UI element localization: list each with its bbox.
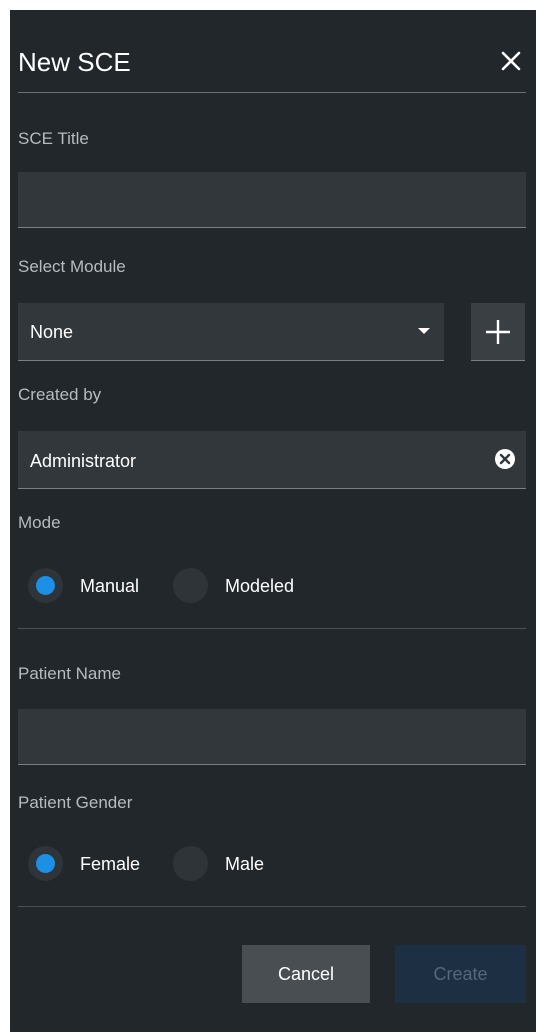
gender-option-label: Female: [80, 854, 141, 874]
close-button[interactable]: [498, 46, 524, 74]
created-by-label: Created by: [18, 385, 102, 404]
chevron-down-icon: [418, 328, 430, 334]
mode-option-label: Modeled: [225, 576, 295, 596]
clear-circle-icon: [495, 449, 515, 469]
sce-title-input[interactable]: [18, 172, 526, 227]
radio-selected-icon: [28, 568, 63, 603]
dialog-header: New SCE: [18, 38, 526, 93]
created-by-field[interactable]: Administrator: [18, 431, 526, 489]
create-button[interactable]: Create: [395, 945, 526, 1003]
close-icon: [501, 51, 521, 71]
new-sce-dialog: New SCE SCE Title Select Module None Cre…: [10, 10, 536, 1032]
gender-option-label: Male: [225, 854, 265, 874]
add-module-button[interactable]: [471, 303, 525, 361]
module-selected-value: None: [30, 322, 74, 342]
radio-selected-icon: [28, 846, 63, 881]
section-divider: [18, 628, 526, 629]
radio-unselected-icon: [173, 568, 208, 603]
dialog-title: New SCE: [18, 47, 131, 77]
section-divider: [18, 906, 526, 907]
patient-name-field[interactable]: [18, 709, 526, 765]
created-by-value: Administrator: [30, 451, 137, 471]
clear-created-by-button[interactable]: [494, 448, 516, 470]
mode-option-label: Manual: [80, 576, 140, 596]
module-select[interactable]: None: [18, 303, 444, 361]
plus-icon: [486, 320, 510, 344]
select-module-label: Select Module: [18, 257, 126, 276]
patient-name-input[interactable]: [18, 709, 526, 764]
sce-title-label: SCE Title: [18, 129, 89, 148]
sce-title-field[interactable]: [18, 172, 526, 228]
gender-radio-group: Female Male: [18, 841, 526, 887]
patient-name-label: Patient Name: [18, 664, 121, 683]
mode-label: Mode: [18, 513, 61, 532]
mode-radio-group: Manual Modeled: [18, 563, 526, 609]
cancel-button[interactable]: Cancel: [242, 945, 370, 1003]
patient-gender-label: Patient Gender: [18, 793, 133, 812]
radio-unselected-icon: [173, 846, 208, 881]
